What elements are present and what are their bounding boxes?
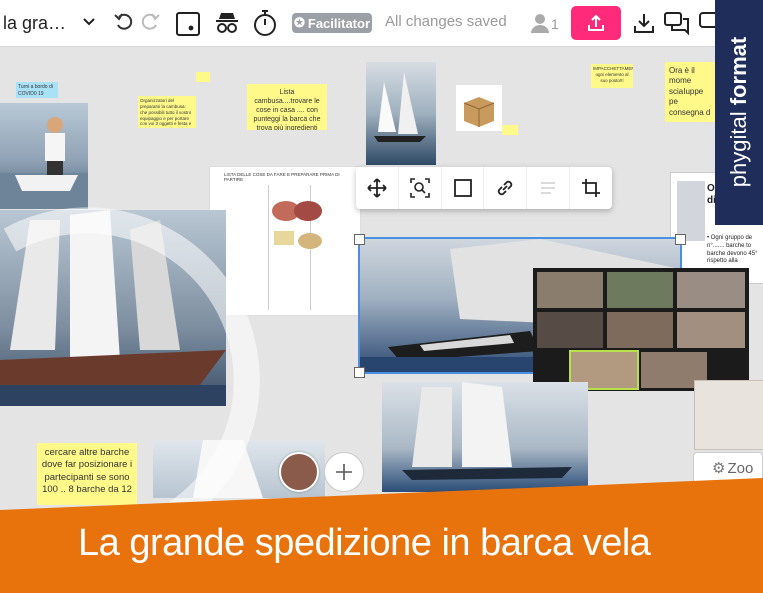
top-toolbar: la gra… ✪ Facilitator All changes saved … [0,0,763,47]
board-title[interactable]: la gra… [3,13,66,34]
brand-logo-text: phygital format [726,37,752,187]
video-call-grid [533,268,749,391]
sticky-note-small[interactable] [196,72,210,82]
facilitator-badge[interactable]: ✪ Facilitator [292,13,372,33]
undo-icon[interactable] [113,11,135,38]
comments-icon[interactable] [663,10,691,41]
brand-light: phygital [726,111,751,188]
move-icon [367,178,387,198]
private-mode-icon[interactable] [213,9,241,42]
card-view-icon[interactable] [175,11,201,42]
info-card-accent [677,181,705,241]
object-toolbar [356,167,612,209]
box-icon [463,97,495,127]
user-count: 1 [551,16,559,32]
sticky-note-impacchettamento[interactable]: IMPACCHETTAMENTO ogni elemento al suo po… [591,64,633,88]
share-button[interactable] [571,6,621,40]
resize-handle-tl[interactable] [354,234,365,245]
square-icon [453,179,472,197]
photo-sailboat-bottom[interactable] [382,382,588,492]
facilitator-label: Facilitator [307,15,371,31]
crop-icon [582,179,601,197]
video-tile [607,312,673,348]
strikethrough-icon [541,182,556,194]
redo-icon[interactable] [139,11,161,38]
chevron-down-icon[interactable] [82,12,96,37]
sticky-note-organizzatori[interactable]: Organizzatori del prepararsi la cambusa:… [138,96,196,128]
upload-icon [588,14,604,31]
video-tile [677,272,745,308]
move-button[interactable] [356,167,399,209]
minimap[interactable] [694,380,763,450]
sailboats-illustration [374,72,426,142]
link-button[interactable] [484,167,528,209]
sailor-illustration [0,117,88,209]
banner-title: La grande spedizione in barca vela [78,522,651,564]
sailboat-bottom-illustration [402,382,572,480]
brand-bold: format [726,36,751,106]
crop-button[interactable] [570,167,612,209]
frame-button[interactable] [442,167,485,209]
sticky-note-tiny[interactable] [502,125,518,135]
video-tile [537,272,603,308]
video-tile [677,312,745,348]
sticky-note-ora[interactable]: Ora è il mome sciaIuppe pe consegna d [665,62,717,122]
focus-zoom-icon [409,178,430,198]
save-status: All changes saved [385,13,507,30]
video-tile [537,312,603,348]
link-icon [498,180,513,196]
document-header: LISTA DELLE COSE DA FARE E PREPARARE PRI… [224,172,340,182]
zoom-label: Zoo [727,459,754,477]
resize-handle-bl[interactable] [354,367,365,378]
video-tile [607,272,673,308]
user-icon[interactable] [530,13,550,38]
cardboard-box-image[interactable] [456,85,502,131]
gear-icon: ⚙ [712,460,726,477]
facilitator-icon: ✪ [293,15,305,30]
resize-handle-tr[interactable] [675,234,686,245]
download-icon[interactable] [632,11,656,40]
sticky-note-turni[interactable]: Turni a bordo di COVID0 19 [16,82,58,98]
sticky-note-lista-cambusa[interactable]: Lista cambusa....trovare le cose in casa… [247,84,327,130]
photo-sailboats-race[interactable] [366,62,436,165]
zoom-to-object-button[interactable] [399,167,442,209]
info-card-body: • Ogni gruppo de n°....... barche to bar… [707,235,758,265]
timer-icon[interactable] [252,8,280,43]
photo-sailor-boat[interactable] [0,103,88,209]
text-format-button[interactable] [527,167,571,209]
